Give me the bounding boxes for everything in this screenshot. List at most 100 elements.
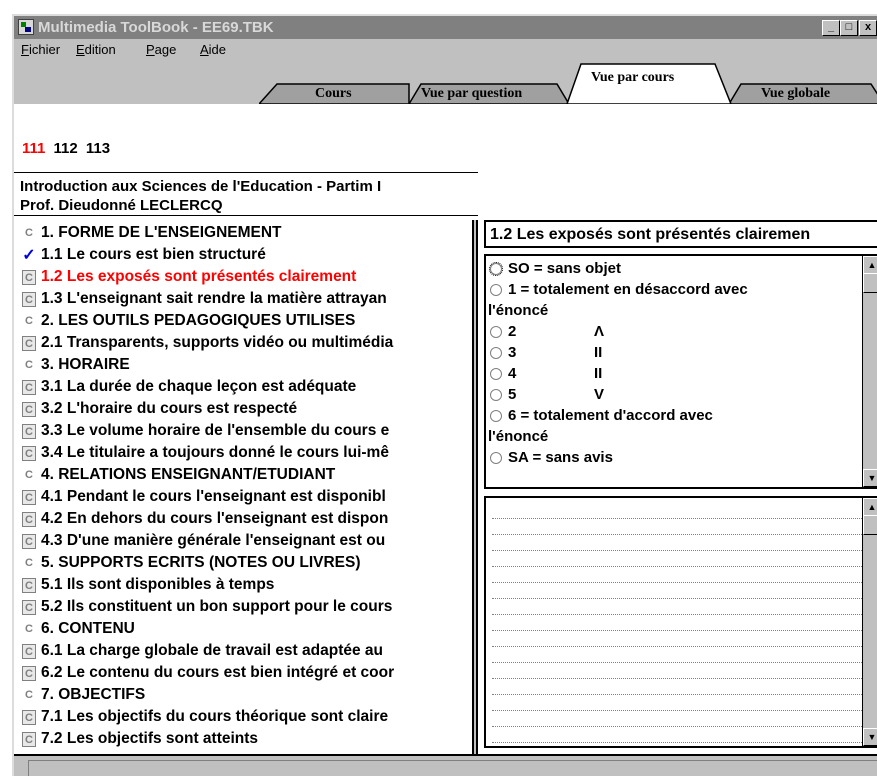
tab-vue-globale[interactable]: Vue globale bbox=[741, 62, 871, 104]
answer-label: 2 bbox=[508, 323, 517, 340]
question-item[interactable]: C 5.1 Ils sont disponibles à temps bbox=[14, 574, 472, 596]
question-item[interactable]: C 3.3 Le volume horaire de l'ensemble du … bbox=[14, 420, 472, 442]
question-item[interactable]: C 6. CONTENU bbox=[14, 618, 472, 640]
comment-line bbox=[492, 582, 862, 583]
title-bar[interactable]: Multimedia ToolBook - EE69.TBK _ □ x bbox=[14, 16, 877, 39]
checkmark-icon[interactable]: ✓ bbox=[22, 247, 36, 263]
question-text: 5.1 Ils sont disponibles à temps bbox=[41, 576, 275, 593]
page-link-111[interactable]: 111 bbox=[22, 140, 45, 157]
question-item[interactable]: C 3. HORAIRE bbox=[14, 354, 472, 376]
question-item[interactable]: C 2. LES OUTILS PEDAGOGIQUES UTILISES bbox=[14, 310, 472, 332]
question-marker-icon[interactable]: C bbox=[22, 709, 36, 725]
question-item[interactable]: C 3.1 La durée de chaque leçon est adéqua… bbox=[14, 376, 472, 398]
menu-page[interactable]: Page bbox=[146, 42, 176, 57]
menu-fichier[interactable]: Fichier bbox=[21, 42, 60, 57]
question-item[interactable]: C 3.4 Le titulaire a toujours donné le co… bbox=[14, 442, 472, 464]
question-marker-icon[interactable]: C bbox=[22, 269, 36, 285]
question-marker-icon[interactable]: C bbox=[22, 599, 36, 615]
question-marker-icon[interactable]: C bbox=[22, 291, 36, 307]
question-item[interactable]: C 6.2 Le contenu du cours est bien intégr… bbox=[14, 662, 472, 684]
answer-option[interactable]: 6 = totalement d'accord avec bbox=[486, 407, 713, 424]
question-marker-icon[interactable]: C bbox=[22, 622, 36, 637]
question-item[interactable]: C 4. RELATIONS ENSEIGNANT/ETUDIANT bbox=[14, 464, 472, 486]
comment-scroll-up-arrow-icon[interactable]: ▲ bbox=[863, 498, 877, 516]
question-item[interactable]: C 4.3 D'une manière générale l'enseignant… bbox=[14, 530, 472, 552]
comment-scrollbar[interactable]: ▲ ▼ bbox=[862, 498, 877, 746]
answer-option[interactable]: 5V bbox=[486, 386, 604, 403]
question-item[interactable]: C 7. OBJECTIFS bbox=[14, 684, 472, 706]
question-item[interactable]: C 3.2 L'horaire du cours est respecté bbox=[14, 398, 472, 420]
question-item[interactable]: C 1. FORME DE L'ENSEIGNEMENT bbox=[14, 222, 472, 244]
question-text: 6. CONTENU bbox=[41, 620, 135, 637]
question-item[interactable]: C 1.2 Les exposés sont présentés claireme… bbox=[14, 266, 472, 288]
scroll-thumb[interactable] bbox=[863, 273, 877, 293]
question-text: 4.3 D'une manière générale l'enseignant … bbox=[41, 532, 386, 549]
question-marker-icon[interactable]: C bbox=[22, 533, 36, 549]
question-marker-icon[interactable]: C bbox=[22, 556, 36, 571]
radio-button[interactable] bbox=[490, 410, 502, 423]
menu-aide[interactable]: Aide bbox=[200, 42, 226, 57]
question-marker-icon[interactable]: C bbox=[22, 665, 36, 681]
question-marker-icon[interactable]: C bbox=[22, 489, 36, 505]
question-marker-icon[interactable]: C bbox=[22, 335, 36, 351]
page-link-112[interactable]: 112 bbox=[54, 140, 78, 157]
question-marker-icon[interactable]: C bbox=[22, 468, 36, 483]
radio-button[interactable] bbox=[490, 284, 502, 297]
question-marker-icon[interactable]: C bbox=[22, 379, 36, 395]
question-item[interactable]: C 4.1 Pendant le cours l'enseignant est d… bbox=[14, 486, 472, 508]
comment-scroll-thumb[interactable] bbox=[863, 515, 877, 535]
question-item[interactable]: C 7.2 Les objectifs sont atteints bbox=[14, 728, 472, 750]
radio-button[interactable] bbox=[490, 368, 502, 381]
status-bar bbox=[14, 754, 877, 776]
radio-button[interactable] bbox=[490, 326, 502, 339]
answer-option[interactable]: 3 II bbox=[486, 344, 602, 361]
answer-option[interactable]: 4 II bbox=[486, 365, 602, 382]
question-marker-icon[interactable]: C bbox=[22, 511, 36, 527]
question-text: 3.3 Le volume horaire de l'ensemble du c… bbox=[41, 422, 390, 439]
radio-button[interactable] bbox=[490, 347, 502, 360]
answers-scrollbar[interactable]: ▲ ▼ bbox=[862, 256, 877, 487]
question-item[interactable]: ✓ 1.1 Le cours est bien structuré bbox=[14, 244, 472, 266]
comment-scroll-down-arrow-icon[interactable]: ▼ bbox=[863, 728, 877, 746]
question-marker-icon[interactable]: C bbox=[22, 643, 36, 659]
question-marker-icon[interactable]: C bbox=[22, 314, 36, 329]
question-item[interactable]: C 6.1 La charge globale de travail est ad… bbox=[14, 640, 472, 662]
question-marker-icon[interactable]: C bbox=[22, 401, 36, 417]
question-marker-icon[interactable]: C bbox=[22, 226, 36, 241]
scroll-up-arrow-icon[interactable]: ▲ bbox=[863, 256, 877, 274]
radio-button[interactable] bbox=[490, 452, 502, 465]
question-text: 3. HORAIRE bbox=[41, 356, 130, 373]
scroll-down-arrow-icon[interactable]: ▼ bbox=[863, 469, 877, 487]
question-marker-icon[interactable]: C bbox=[22, 688, 36, 703]
toolbook-app-icon[interactable] bbox=[18, 19, 34, 35]
radio-button[interactable] bbox=[489, 262, 503, 277]
maximize-button[interactable]: □ bbox=[840, 20, 858, 36]
comment-line bbox=[492, 630, 862, 631]
question-item[interactable]: C 4.2 En dehors du cours l'enseignant est… bbox=[14, 508, 472, 530]
tab-vue-par-question[interactable]: Vue par question bbox=[419, 62, 559, 104]
comment-field[interactable]: ▲ ▼ bbox=[484, 496, 877, 748]
question-marker-icon[interactable]: C bbox=[22, 731, 36, 747]
answer-option[interactable]: 2Λ bbox=[486, 323, 604, 340]
comment-line bbox=[492, 710, 862, 711]
radio-button[interactable] bbox=[490, 389, 502, 402]
question-marker-icon[interactable]: C bbox=[22, 423, 36, 439]
page-link-113[interactable]: 113 bbox=[86, 140, 110, 157]
close-button[interactable]: x bbox=[859, 20, 877, 36]
question-item[interactable]: C 7.1 Les objectifs du cours théorique so… bbox=[14, 706, 472, 728]
answer-option[interactable]: SA = sans avis bbox=[486, 449, 613, 466]
answer-option[interactable]: 1 = totalement en désaccord avec bbox=[486, 281, 748, 298]
question-item[interactable]: C 5. SUPPORTS ECRITS (NOTES OU LIVRES) bbox=[14, 552, 472, 574]
tab-cours[interactable]: Cours bbox=[307, 62, 397, 104]
question-item[interactable]: C 5.2 Ils constituent un bon support pour… bbox=[14, 596, 472, 618]
question-item[interactable]: C 1.3 L'enseignant sait rendre la matière… bbox=[14, 288, 472, 310]
menu-edition[interactable]: Edition bbox=[76, 42, 116, 57]
tab-vue-par-cours[interactable]: Vue par cours bbox=[579, 62, 719, 104]
question-item[interactable]: C 2.1 Transparents, supports vidéo ou mul… bbox=[14, 332, 472, 354]
answer-option[interactable]: SO = sans objet bbox=[486, 260, 621, 277]
question-marker-icon[interactable]: C bbox=[22, 445, 36, 461]
question-marker-icon[interactable]: C bbox=[22, 577, 36, 593]
question-marker-icon[interactable]: C bbox=[22, 358, 36, 373]
minimize-button[interactable]: _ bbox=[822, 20, 840, 36]
panel-splitter[interactable] bbox=[472, 220, 478, 776]
